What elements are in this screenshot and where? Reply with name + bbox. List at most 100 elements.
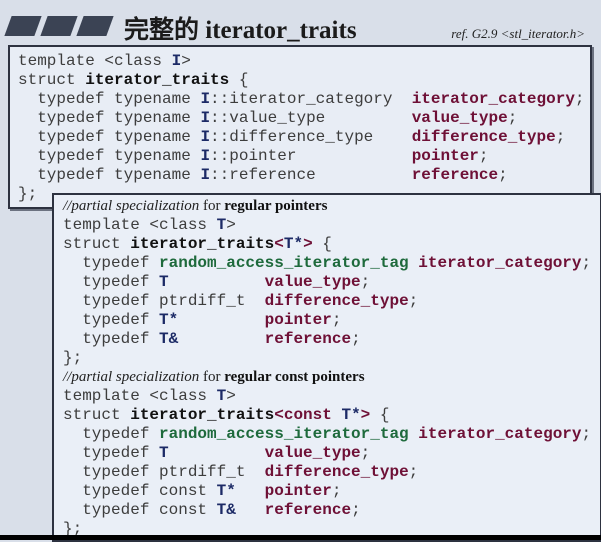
code-token: T* — [283, 235, 304, 253]
partial-specialization-box: //partial specialization for regular poi… — [52, 193, 601, 542]
code-line: template <class T> — [63, 216, 591, 235]
code-token: //partial specialization — [63, 369, 200, 385]
code-token: T — [159, 273, 169, 291]
code-token: typedef typename — [18, 128, 201, 146]
code-line: typedef typename I::difference_type diff… — [18, 128, 585, 147]
code-line: typedef typename I::reference reference; — [18, 166, 585, 185]
code-token: ::iterator_category — [210, 90, 412, 108]
code-token: typedef ptrdiff_t — [63, 463, 265, 481]
code-token: typedef const — [63, 501, 217, 519]
code-token: <const — [274, 406, 342, 424]
code-token: for — [199, 369, 225, 385]
code-token: ; — [478, 147, 489, 165]
code-token: random_access_iterator_tag — [159, 254, 409, 272]
code-token: ::pointer — [210, 147, 412, 165]
code-token: difference_type — [264, 292, 409, 310]
code-token: difference_type — [411, 128, 556, 146]
code-token: template <class — [63, 216, 217, 234]
code-token: I — [171, 52, 182, 70]
code-token: > — [226, 387, 236, 405]
code-token: struct — [63, 406, 131, 424]
code-token: ::difference_type — [210, 128, 412, 146]
code-token: difference_type — [264, 463, 409, 481]
code-line: typedef random_access_iterator_tag itera… — [63, 425, 591, 444]
code-token: typedef — [63, 311, 160, 329]
code-token: T& — [159, 330, 179, 348]
code-token: { — [370, 406, 390, 424]
bottom-edge — [0, 535, 601, 540]
partial-specialization-code: //partial specialization for regular poi… — [63, 197, 591, 539]
code-token: iterator_category — [418, 254, 582, 272]
code-token: struct — [63, 235, 131, 253]
code-token: I — [200, 147, 211, 165]
code-line: typedef T* pointer; — [63, 311, 591, 330]
code-token: value_type — [264, 444, 361, 462]
code-token: for — [199, 198, 225, 214]
code-token: typedef — [63, 444, 160, 462]
code-token: pointer — [264, 482, 332, 500]
code-token: iterator_category — [411, 90, 575, 108]
code-line: typedef T& reference; — [63, 330, 591, 349]
code-token: T — [159, 444, 169, 462]
code-token: ; — [331, 482, 342, 500]
code-token: value_type — [411, 109, 508, 127]
code-token: < — [274, 235, 284, 253]
slide-title: 完整的 iterator_traits — [124, 17, 357, 44]
code-token: > — [181, 52, 191, 70]
code-line: typedef T value_type; — [63, 444, 591, 463]
code-token: ::reference — [210, 166, 412, 184]
code-token: typedef typename — [18, 90, 201, 108]
code-line: struct iterator_traits { — [18, 71, 585, 90]
code-token: I — [200, 128, 211, 146]
code-token: I — [200, 109, 211, 127]
code-token: pointer — [264, 311, 332, 329]
code-token: > — [303, 235, 313, 253]
code-line: template <class I> — [18, 52, 585, 71]
code-token: random_access_iterator_tag — [159, 425, 409, 443]
code-token: template <class — [63, 387, 217, 405]
code-token: { — [312, 235, 332, 253]
decor-bar — [76, 16, 114, 36]
code-token: typedef typename — [18, 147, 201, 165]
code-line: typedef T value_type; — [63, 273, 591, 292]
code-token: { — [229, 71, 249, 89]
decor-bar — [4, 16, 42, 36]
code-token: iterator_traits — [130, 235, 275, 253]
code-line: typedef const T* pointer; — [63, 482, 591, 501]
code-token: ; — [507, 109, 518, 127]
code-token: ; — [498, 166, 508, 184]
code-token: reference — [411, 166, 499, 184]
code-token: T — [216, 216, 227, 234]
code-token: ::value_type — [210, 109, 412, 127]
decor-bar — [40, 16, 78, 36]
code-token: typedef typename — [18, 109, 201, 127]
code-token: typedef const — [63, 482, 217, 500]
code-line: typedef typename I::value_type value_typ… — [18, 109, 585, 128]
code-token: ; — [555, 128, 566, 146]
title-decoration — [4, 16, 114, 36]
source-reference: ref. G2.9 <stl_iterator.h> — [451, 26, 585, 41]
code-token: typedef ptrdiff_t — [63, 292, 265, 310]
code-token: ; — [360, 273, 371, 291]
code-token: ; — [581, 425, 592, 443]
code-token: T* — [216, 482, 236, 500]
code-token: ; — [351, 330, 361, 348]
code-line: typedef const T& reference; — [63, 501, 591, 520]
primary-template-code: template <class I> struct iterator_traits… — [18, 52, 585, 204]
code-line: typedef random_access_iterator_tag itera… — [63, 254, 591, 273]
code-token: typedef typename — [18, 166, 201, 184]
code-token: ; — [408, 292, 419, 310]
code-token: T* — [159, 311, 179, 329]
code-token: T* — [341, 406, 361, 424]
code-token: typedef — [63, 330, 160, 348]
code-token: pointer — [411, 147, 479, 165]
code-token: iterator_traits — [85, 71, 230, 89]
